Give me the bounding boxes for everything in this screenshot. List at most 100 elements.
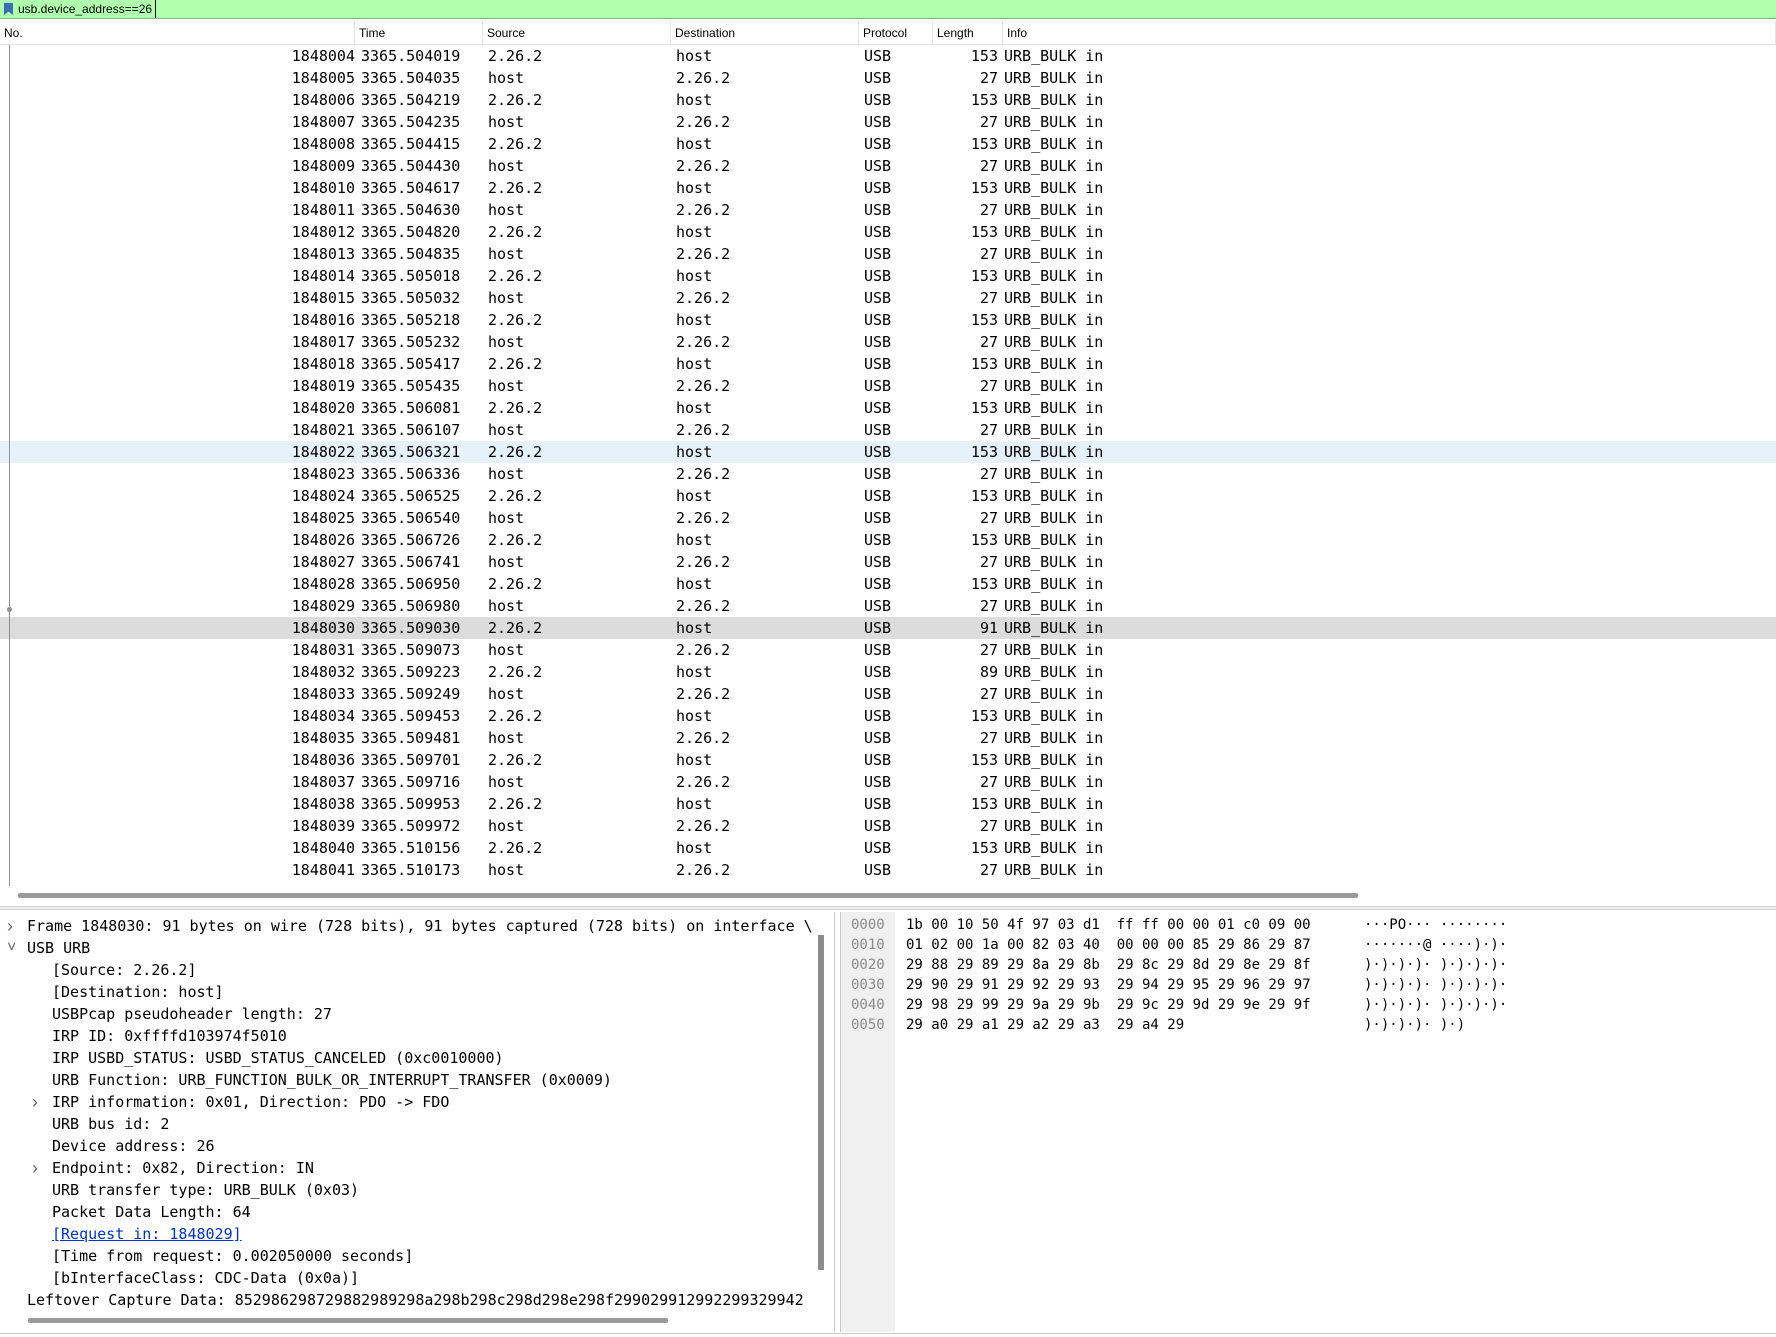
packet-row[interactable]: 1848005 3365.504035 host 2.26.2 USB 27 URB_BUL… [0,67,1776,89]
byte-ascii[interactable]: )·)·)·)· )·)·)·)· [1364,975,1507,995]
packet-row[interactable]: 1848029 3365.506980 host 2.26.2 USB 27 URB_BUL… [0,595,1776,617]
details-horizontal-scrollbar[interactable] [28,1318,668,1323]
chevron-down-icon[interactable]: ˅ [7,940,16,956]
packet-row[interactable]: 1848035 3365.509481 host 2.26.2 USB 27 URB_BUL… [0,727,1776,749]
packet-row[interactable]: 1848014 3365.505018 2.26.2 host USB 153 URB_BU… [0,265,1776,287]
packet-row[interactable]: 1848019 3365.505435 host 2.26.2 USB 27 URB_BUL… [0,375,1776,397]
detail-item[interactable]: [Source: 2.26.2] [52,959,197,981]
col-protocol-header[interactable]: Protocol [859,21,933,45]
detail-item[interactable]: URB bus id: 2 [52,1113,169,1135]
detail-item[interactable]: IRP ID: 0xffffd103974f5010 [52,1025,287,1047]
request-in-link[interactable]: [Request in: 1848029] [52,1223,242,1245]
chevron-right-icon[interactable]: › [7,917,15,935]
packet-info-cell: URB_BULK in [1004,245,1104,263]
packet-row[interactable]: 1848020 3365.506081 2.26.2 host USB 153 URB_BU… [0,397,1776,419]
packet-row[interactable]: 1848027 3365.506741 host 2.26.2 USB 27 URB_BUL… [0,551,1776,573]
packet-len-cell: 153 [970,443,998,461]
packet-row[interactable]: 1848024 3365.506525 2.26.2 host USB 153 URB_BU… [0,485,1776,507]
byte-hex[interactable]: 29 88 29 89 29 8a 29 8b 29 8c 29 8d 29 8… [906,955,1311,975]
detail-item[interactable]: [Time from request: 0.002050000 seconds] [52,1245,413,1267]
packet-row[interactable]: 1848018 3365.505417 2.26.2 host USB 153 URB_BU… [0,353,1776,375]
col-length-header[interactable]: Length [933,21,1003,45]
detail-item[interactable]: IRP USBD_STATUS: USBD_STATUS_CANCELED (0… [52,1047,504,1069]
packet-row[interactable]: 1848013 3365.504835 host 2.26.2 USB 27 URB_BUL… [0,243,1776,265]
packet-list-horizontal-scrollbar[interactable] [18,893,1358,898]
packet-list[interactable]: 1848004 3365.504019 2.26.2 host USB 153 URB_BU… [0,45,1776,886]
byte-ascii[interactable]: )·)·)·)· )·) [1364,1015,1465,1035]
packet-row[interactable]: 1848023 3365.506336 host 2.26.2 USB 27 URB_BUL… [0,463,1776,485]
packet-row[interactable]: 1848034 3365.509453 2.26.2 host USB 153 URB_BU… [0,705,1776,727]
packet-row[interactable]: 1848041 3365.510173 host 2.26.2 USB 27 URB_BUL… [0,859,1776,881]
packet-row[interactable]: 1848030 3365.509030 2.26.2 host USB 91 URB_BUL… [0,617,1776,639]
packet-row[interactable]: 1848012 3365.504820 2.26.2 host USB 153 URB_BU… [0,221,1776,243]
byte-ascii[interactable]: )·)·)·)· )·)·)·)· [1364,955,1507,975]
bookmark-icon[interactable] [4,3,13,15]
packet-row[interactable]: 1848016 3365.505218 2.26.2 host USB 153 URB_BU… [0,309,1776,331]
packet-row[interactable]: 1848004 3365.504019 2.26.2 host USB 153 URB_BU… [0,45,1776,67]
packet-time-cell: 3365.509972 [361,817,461,835]
byte-hex[interactable]: 01 02 00 1a 00 82 03 40 00 00 00 85 29 8… [906,935,1311,955]
byte-hex[interactable]: 1b 00 10 50 4f 97 03 d1 ff ff 00 00 01 c… [906,915,1311,935]
col-source-header[interactable]: Source [483,21,671,45]
col-destination-header[interactable]: Destination [671,21,859,45]
packet-row[interactable]: 1848040 3365.510156 2.26.2 host USB 153 URB_BU… [0,837,1776,859]
detail-item[interactable]: IRP information: 0x01, Direction: PDO ->… [52,1091,449,1113]
packet-no-cell: 1848014 [291,267,355,285]
packet-bytes-pane[interactable]: 0000 1b 00 10 50 4f 97 03 d1 ff ff 00 00 … [840,912,1776,1332]
detail-item[interactable]: USBPcap pseudoheader length: 27 [52,1003,332,1025]
packet-len-cell: 153 [970,751,998,769]
chevron-right-icon[interactable]: › [32,1093,40,1111]
packet-row[interactable]: 1848017 3365.505232 host 2.26.2 USB 27 URB_BUL… [0,331,1776,353]
packet-row[interactable]: 1848010 3365.504617 2.26.2 host USB 153 URB_BU… [0,177,1776,199]
byte-hex[interactable]: 29 a0 29 a1 29 a2 29 a3 29 a4 29 [906,1015,1184,1035]
detail-item[interactable]: URB transfer type: URB_BULK (0x03) [52,1179,359,1201]
byte-ascii[interactable]: ···PO··· ········ [1364,915,1507,935]
byte-hex[interactable]: 29 98 29 99 29 9a 29 9b 29 9c 29 9d 29 9… [906,995,1311,1015]
packet-row[interactable]: 1848011 3365.504630 host 2.26.2 USB 27 URB_BUL… [0,199,1776,221]
packet-row[interactable]: 1848009 3365.504430 host 2.26.2 USB 27 URB_BUL… [0,155,1776,177]
packet-proto-cell: USB [864,443,892,461]
detail-item[interactable]: URB Function: URB_FUNCTION_BULK_OR_INTER… [52,1069,612,1091]
packet-row[interactable]: 1848015 3365.505032 host 2.26.2 USB 27 URB_BUL… [0,287,1776,309]
detail-item[interactable]: Frame 1848030: 91 bytes on wire (728 bit… [27,915,813,937]
packet-row[interactable]: 1848032 3365.509223 2.26.2 host USB 89 URB_BUL… [0,661,1776,683]
packet-row[interactable]: 1848036 3365.509701 2.26.2 host USB 153 URB_BU… [0,749,1776,771]
col-time-header[interactable]: Time [355,21,483,45]
detail-item[interactable]: USB URB [27,937,90,959]
detail-item[interactable]: [Destination: host] [52,981,224,1003]
packet-time-cell: 3365.506336 [361,465,461,483]
packet-row[interactable]: 1848039 3365.509972 host 2.26.2 USB 27 URB_BUL… [0,815,1776,837]
detail-item[interactable]: Endpoint: 0x82, Direction: IN [52,1157,314,1179]
packet-row[interactable]: 1848033 3365.509249 host 2.26.2 USB 27 URB_BUL… [0,683,1776,705]
byte-hex[interactable]: 29 90 29 91 29 92 29 93 29 94 29 95 29 9… [906,975,1311,995]
details-vertical-scrollbar[interactable] [818,935,824,1270]
detail-item[interactable]: Packet Data Length: 64 [52,1201,251,1223]
packet-row[interactable]: 1848008 3365.504415 2.26.2 host USB 153 URB_BU… [0,133,1776,155]
detail-item[interactable]: [bInterfaceClass: CDC-Data (0x0a)] [52,1267,359,1289]
detail-item[interactable]: Device address: 26 [52,1135,215,1157]
packet-info-cell: URB_BULK in [1004,47,1104,65]
byte-offset: 0040 [851,997,885,1013]
byte-ascii[interactable]: ·······@ ····)·)· [1364,935,1507,955]
detail-item[interactable]: Leftover Capture Data: 85298629872988298… [27,1289,804,1311]
packet-row[interactable]: 1848022 3365.506321 2.26.2 host USB 153 URB_BU… [0,441,1776,463]
packet-row[interactable]: 1848006 3365.504219 2.26.2 host USB 153 URB_BU… [0,89,1776,111]
packet-row[interactable]: 1848007 3365.504235 host 2.26.2 USB 27 URB_BUL… [0,111,1776,133]
packet-row[interactable]: 1848025 3365.506540 host 2.26.2 USB 27 URB_BUL… [0,507,1776,529]
packet-info-cell: URB_BULK in [1004,179,1104,197]
packet-info-cell: URB_BULK in [1004,751,1104,769]
packet-info-cell: URB_BULK in [1004,795,1104,813]
packet-row[interactable]: 1848031 3365.509073 host 2.26.2 USB 27 URB_BUL… [0,639,1776,661]
packet-details-pane[interactable]: › Frame 1848030: 91 bytes on wire (728 bi… [0,912,835,1332]
packet-row[interactable]: 1848021 3365.506107 host 2.26.2 USB 27 URB_BUL… [0,419,1776,441]
pane-splitter[interactable] [0,906,1776,910]
chevron-right-icon[interactable]: › [32,1159,40,1177]
packet-row[interactable]: 1848038 3365.509953 2.26.2 host USB 153 URB_BU… [0,793,1776,815]
byte-ascii[interactable]: )·)·)·)· )·)·)·)· [1364,995,1507,1015]
packet-row[interactable]: 1848037 3365.509716 host 2.26.2 USB 27 URB_BUL… [0,771,1776,793]
display-filter-input[interactable]: usb.device_address==26 [18,0,157,18]
packet-row[interactable]: 1848026 3365.506726 2.26.2 host USB 153 URB_BU… [0,529,1776,551]
col-no-header[interactable]: No. [0,21,355,45]
col-info-header[interactable]: Info [1003,21,1776,45]
packet-row[interactable]: 1848028 3365.506950 2.26.2 host USB 153 URB_BU… [0,573,1776,595]
